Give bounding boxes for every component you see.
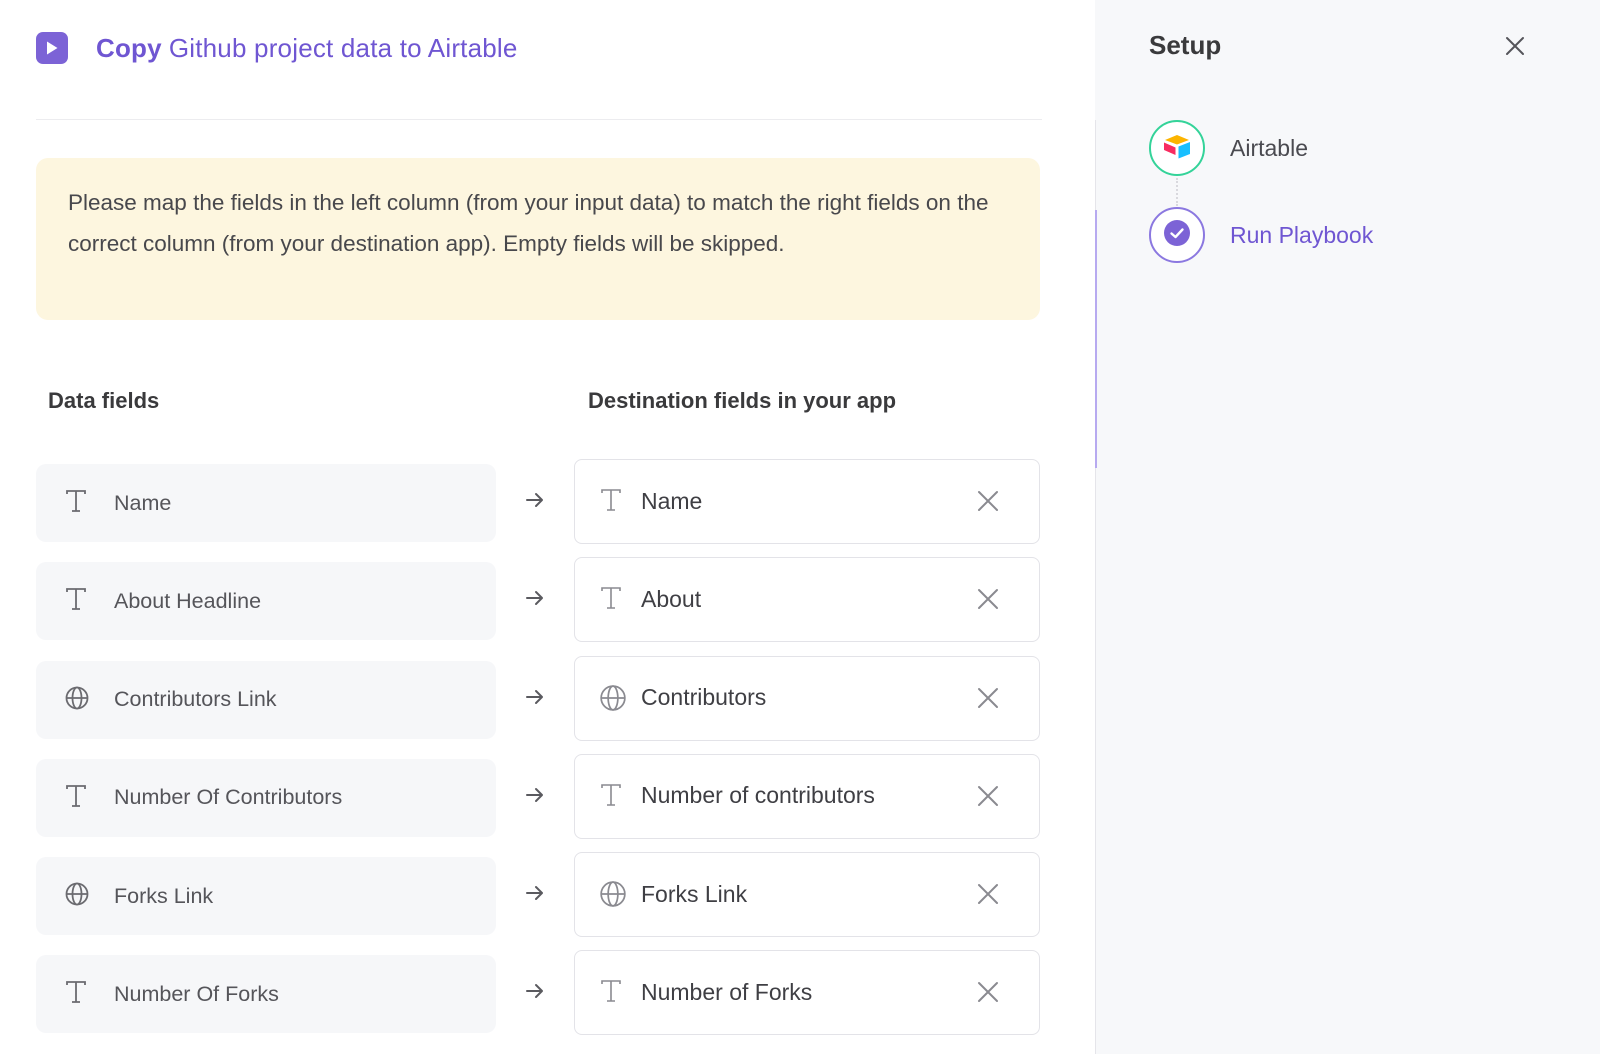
header-divider <box>36 119 1042 120</box>
source-field: Contributors Link <box>36 660 496 739</box>
source-field: Name <box>36 464 496 542</box>
mapping-row: Name Name <box>36 459 1040 557</box>
clear-field-icon[interactable] <box>975 586 1001 612</box>
text-icon <box>64 586 88 617</box>
text-icon <box>64 783 88 814</box>
source-field: Forks Link <box>36 857 496 936</box>
title-verb: Copy <box>96 32 162 63</box>
destination-field-label: Number of contributors <box>641 782 875 809</box>
destination-field[interactable]: Number of Forks <box>574 950 1040 1036</box>
step-complete-circle <box>1149 120 1205 176</box>
destination-field-label: Forks Link <box>641 880 748 907</box>
globe-icon <box>64 685 90 716</box>
destination-field[interactable]: Contributors <box>574 655 1040 741</box>
source-field-label: About Headline <box>114 588 262 613</box>
mapping-row: Number Of Contributors Number of contrib… <box>36 753 1040 852</box>
mapping-row: Forks Link Forks Link <box>36 852 1040 950</box>
arrow-right-icon <box>524 784 546 806</box>
page-header: Copy Github project data to Airtable <box>36 28 518 68</box>
field-mapping-list: Name Name About Headline About Contribut… <box>36 459 1040 1049</box>
text-icon <box>599 978 623 1009</box>
mapping-row: Contributors Link Contributors <box>36 655 1040 754</box>
mapping-row: Number Of Forks Number of Forks <box>36 950 1040 1048</box>
destination-fields-heading: Destination fields in your app <box>588 388 897 413</box>
step-label: Airtable <box>1230 134 1308 161</box>
text-icon <box>64 488 88 519</box>
mapping-notice: Please map the fields in the left column… <box>36 158 1040 320</box>
clear-field-icon[interactable] <box>975 783 1001 809</box>
arrow-right-icon <box>524 587 546 609</box>
destination-field[interactable]: Forks Link <box>574 852 1040 938</box>
arrow-right-icon <box>524 489 546 511</box>
setup-step-airtable[interactable]: Airtable <box>1149 120 1308 176</box>
clear-field-icon[interactable] <box>975 685 1001 711</box>
title-rest: Github project data to Airtable <box>168 32 518 63</box>
destination-field[interactable]: Name <box>574 459 1040 544</box>
setup-title: Setup <box>1149 30 1222 60</box>
globe-icon <box>64 881 90 912</box>
arrow-right-icon <box>524 882 546 904</box>
check-circle-icon <box>1163 219 1191 252</box>
destination-field-label: Contributors <box>641 684 767 711</box>
source-field-label: Forks Link <box>114 883 214 908</box>
page-title: Copy Github project data to Airtable <box>96 33 518 64</box>
close-icon[interactable] <box>1501 32 1529 60</box>
step-connector <box>1176 178 1178 206</box>
step-label: Run Playbook <box>1230 221 1374 248</box>
mapping-panel: Copy Github project data to Airtable Plea… <box>0 0 1095 1054</box>
source-field: Number Of Forks <box>36 955 496 1034</box>
destination-field-label: About <box>641 585 702 612</box>
destination-field[interactable]: Number of contributors <box>574 753 1040 839</box>
airtable-logo-icon <box>1162 133 1192 164</box>
play-icon <box>36 32 68 64</box>
destination-field-label: Number of Forks <box>641 978 813 1005</box>
text-icon <box>599 487 623 518</box>
step-current-circle <box>1149 207 1205 263</box>
data-fields-heading: Data fields <box>48 388 160 413</box>
source-field-label: Name <box>114 490 172 515</box>
clear-field-icon[interactable] <box>975 488 1001 514</box>
source-field-label: Contributors Link <box>114 687 277 712</box>
setup-step-run-playbook[interactable]: Run Playbook <box>1149 207 1373 263</box>
source-field-label: Number Of Contributors <box>114 785 343 810</box>
globe-icon <box>599 880 627 913</box>
text-icon <box>599 585 623 616</box>
text-icon <box>599 782 623 813</box>
text-icon <box>64 979 88 1010</box>
mapping-row: About Headline About <box>36 557 1040 655</box>
source-field: Number Of Contributors <box>36 758 496 837</box>
setup-panel: Setup Airtable Run Playbook <box>1095 0 1600 1054</box>
globe-icon <box>599 684 627 717</box>
source-field-label: Number Of Forks <box>114 981 279 1006</box>
clear-field-icon[interactable] <box>975 881 1001 907</box>
source-field: About Headline <box>36 562 496 641</box>
scroll-indicator <box>1095 210 1097 468</box>
destination-field-label: Name <box>641 487 703 514</box>
arrow-right-icon <box>524 686 546 708</box>
destination-field[interactable]: About <box>574 557 1040 643</box>
arrow-right-icon <box>524 980 546 1002</box>
clear-field-icon[interactable] <box>975 979 1001 1005</box>
